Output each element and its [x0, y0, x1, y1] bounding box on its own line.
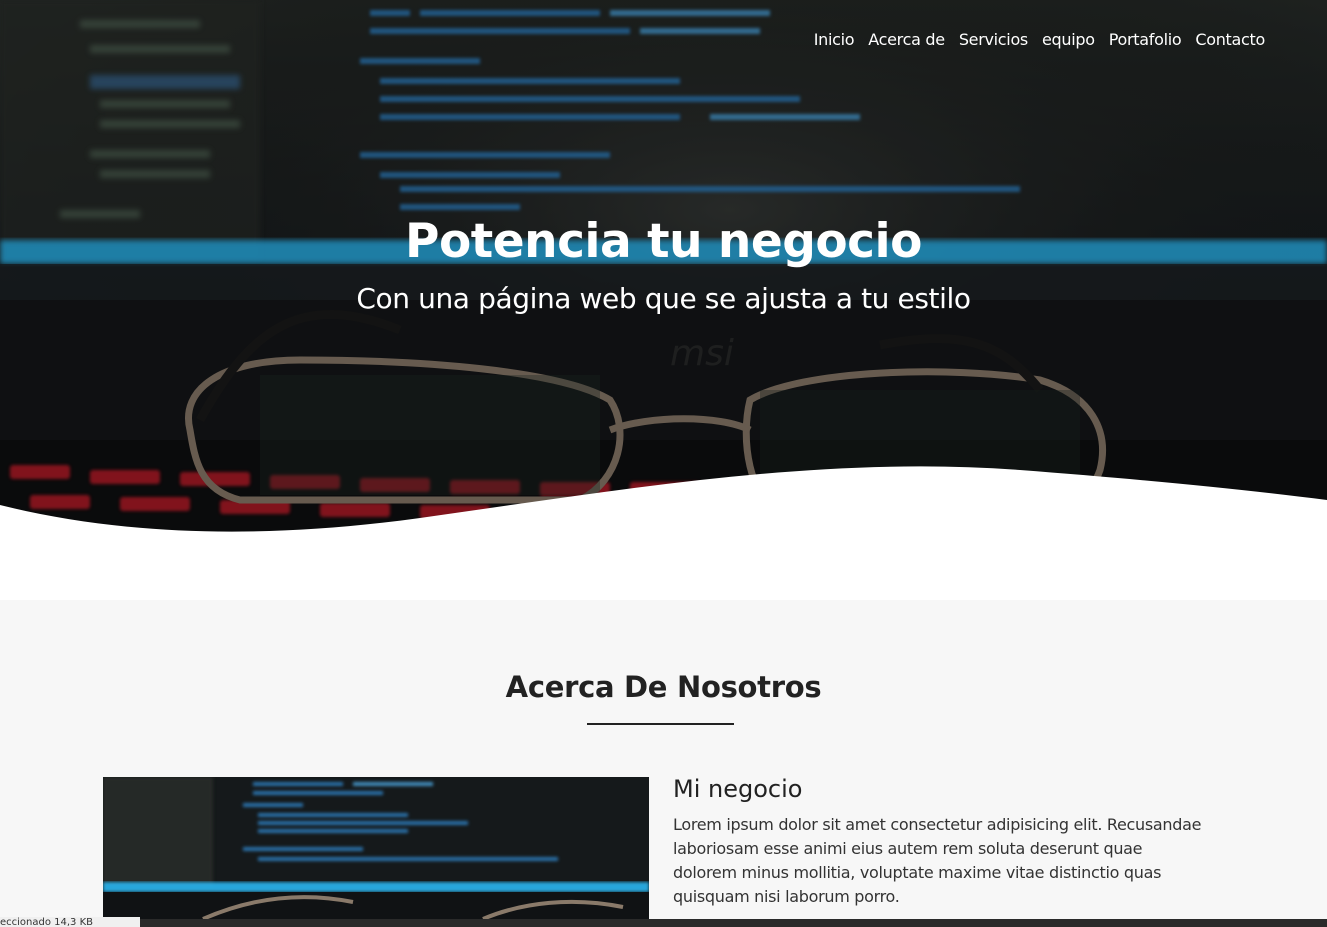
nav-link-servicios[interactable]: Servicios: [959, 30, 1028, 49]
about-title: Acerca De Nosotros: [505, 670, 822, 704]
hero-title: Potencia tu negocio: [405, 214, 922, 269]
hero-section: msi Inicio Acerca de Servicios equipo Po…: [0, 0, 1327, 600]
window-bottom-edge: [0, 919, 1327, 927]
nav-link-contacto[interactable]: Contacto: [1195, 30, 1265, 49]
hero-subtitle: Con una página web que se ajusta a tu es…: [356, 282, 971, 315]
main-nav: Inicio Acerca de Servicios equipo Portaf…: [814, 30, 1266, 49]
card-heading: Mi negocio: [673, 775, 803, 803]
nav-link-equipo[interactable]: equipo: [1042, 30, 1095, 49]
nav-link-portafolio[interactable]: Portafolio: [1109, 30, 1182, 49]
code-screen-photo: [103, 777, 649, 919]
status-bar: eccionado 14,3 KB: [0, 917, 140, 927]
about-section: Acerca De Nosotros Mi negocio Lorem ipsu…: [0, 600, 1327, 927]
card-text: Lorem ipsum dolor sit amet consectetur a…: [673, 815, 1202, 906]
about-image: [103, 777, 649, 919]
nav-link-acerca[interactable]: Acerca de: [868, 30, 945, 49]
nav-link-inicio[interactable]: Inicio: [814, 30, 855, 49]
title-underline: [587, 723, 734, 725]
